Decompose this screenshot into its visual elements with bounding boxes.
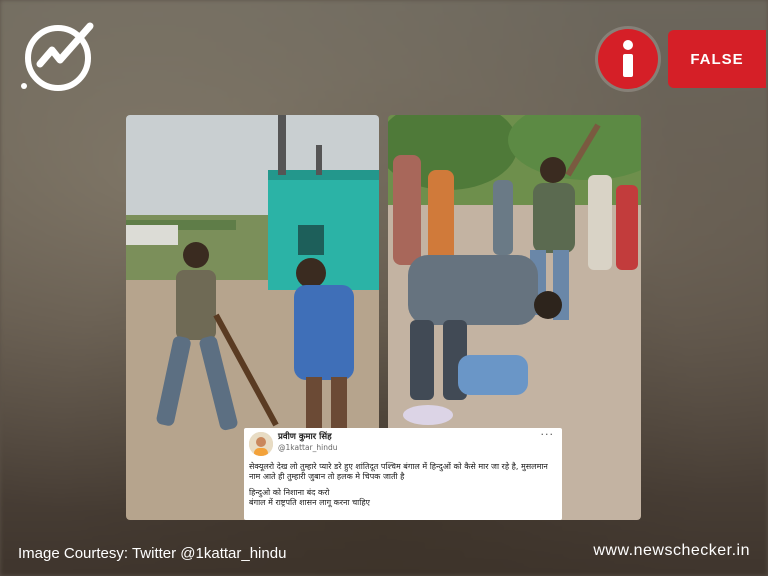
tweet-paragraph: सेक्यूलरो देख लो तुम्हारे प्यारे डरे हुए… bbox=[249, 462, 548, 481]
tweet-line: हिन्दुओ को निशाना बंद करो bbox=[249, 488, 330, 497]
avatar bbox=[249, 432, 273, 456]
tweet-line: बंगाल में राष्ट्रपति शासन लागू करना चाहि… bbox=[249, 498, 370, 507]
tweet-author-handle: @1kattar_hindu bbox=[278, 443, 338, 452]
tweet-card: प्रवीण कुमार सिंह @1kattar_hindu ··· सेक… bbox=[244, 428, 562, 520]
ellipsis-icon[interactable]: ··· bbox=[541, 428, 555, 441]
newschecker-check-icon bbox=[21, 22, 94, 91]
newschecker-logo bbox=[18, 20, 104, 92]
verdict-label: FALSE bbox=[668, 30, 766, 88]
tweet-author-name: प्रवीण कुमार सिंह bbox=[278, 432, 332, 442]
verdict-badge: FALSE bbox=[598, 28, 766, 90]
info-icon bbox=[598, 29, 658, 89]
website-url[interactable]: www.newschecker.in bbox=[593, 542, 750, 560]
tweet-text: सेक्यूलरो देख लो तुम्हारे प्यारे डरे हुए… bbox=[249, 462, 559, 508]
image-credit: Image Courtesy: Twitter @1kattar_hindu bbox=[18, 545, 287, 562]
